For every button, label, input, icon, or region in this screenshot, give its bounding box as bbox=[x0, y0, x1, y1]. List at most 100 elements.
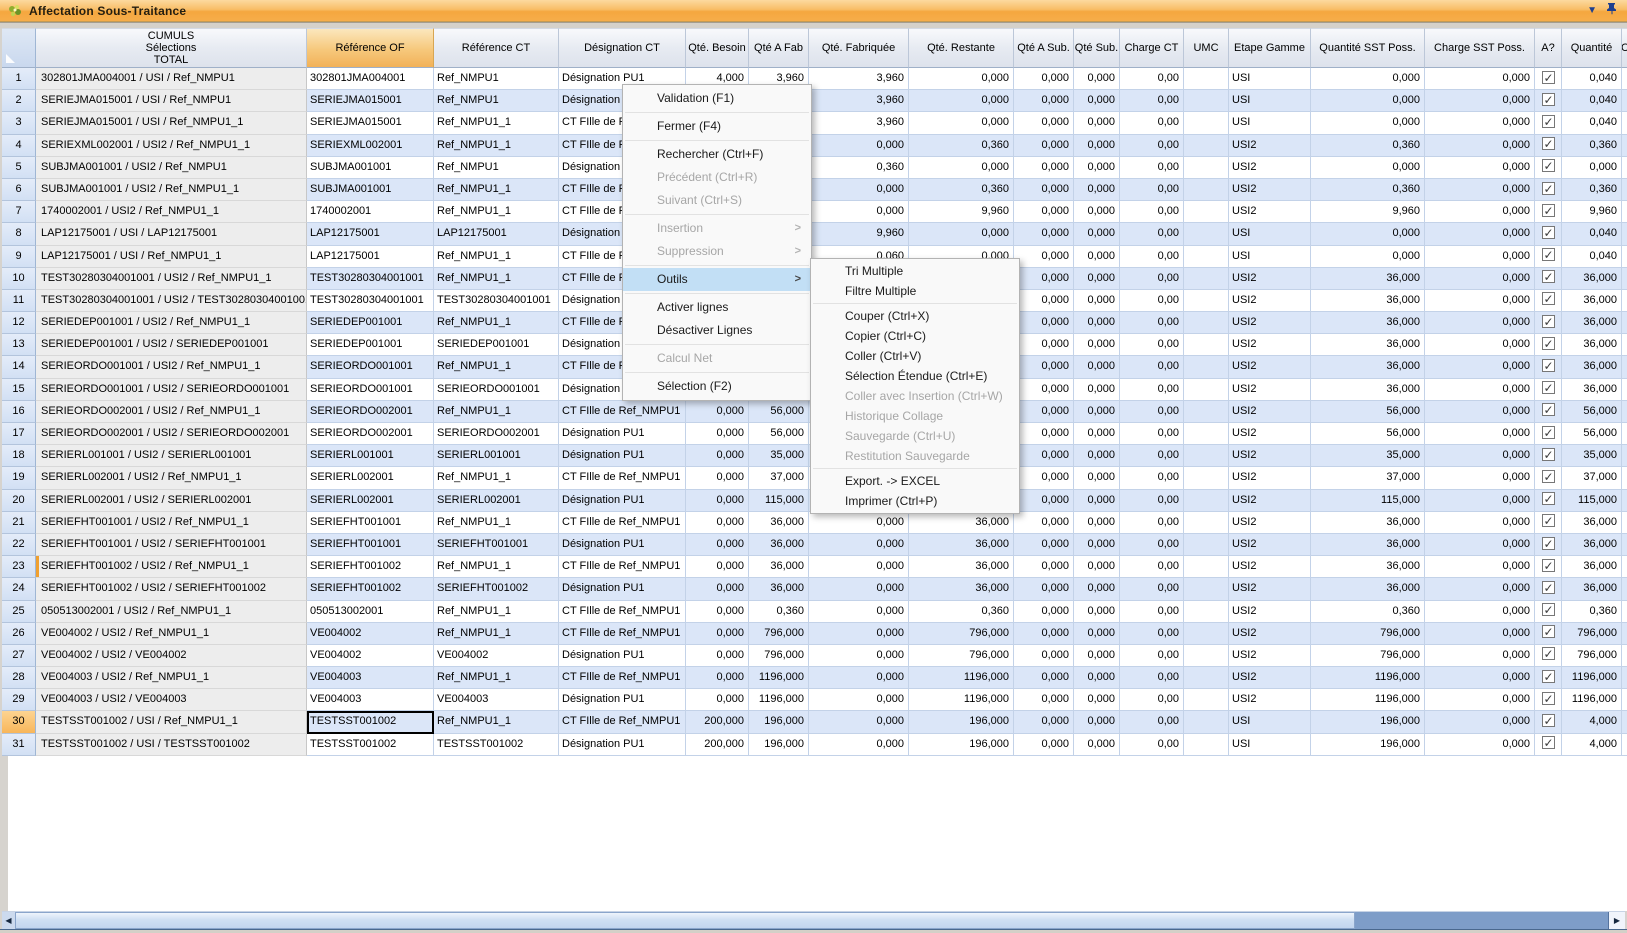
cell-ref_ct[interactable]: Ref_NMPU1_1 bbox=[434, 246, 559, 268]
cell-designation[interactable]: CT FIlle de Ref_NMPU1 bbox=[559, 512, 686, 534]
menu-item-tri-multiple[interactable]: Tri Multiple bbox=[811, 261, 1019, 281]
cell-cumuls[interactable]: SERIEORDO001001 / USI2 / Ref_NMPU1_1 bbox=[36, 356, 307, 378]
cell-charge_ct[interactable]: 0,00 bbox=[1120, 379, 1184, 401]
column-header-sliver[interactable]: C bbox=[1622, 28, 1627, 68]
cell-cumuls[interactable]: SERIEJMA015001 / USI / Ref_NMPU1_1 bbox=[36, 112, 307, 134]
cell-ref_of[interactable]: LAP12175001 bbox=[307, 223, 434, 245]
cell-ref_of[interactable]: TESTSST001002 bbox=[307, 711, 434, 733]
row-number[interactable]: 25 bbox=[2, 601, 36, 623]
cell-umc[interactable] bbox=[1184, 667, 1229, 689]
cell-restante[interactable]: 796,000 bbox=[909, 623, 1014, 645]
cell-a_fab[interactable]: 196,000 bbox=[749, 711, 809, 733]
cell-sub[interactable]: 0,000 bbox=[1074, 201, 1120, 223]
cell-a_sub[interactable]: 0,000 bbox=[1014, 135, 1074, 157]
column-header-q_sst[interactable]: Quantité SST Poss. bbox=[1311, 28, 1425, 68]
row-checkbox[interactable] bbox=[1542, 270, 1555, 283]
cell-a_sub[interactable]: 0,000 bbox=[1014, 734, 1074, 756]
cell-quantite[interactable]: 1196,000 bbox=[1562, 689, 1622, 711]
cell-a_sub[interactable]: 0,000 bbox=[1014, 90, 1074, 112]
cell-ref_of[interactable]: SERIEJMA015001 bbox=[307, 90, 434, 112]
menu-item-outils[interactable]: Outils> bbox=[623, 268, 811, 291]
cell-sliver[interactable] bbox=[1622, 445, 1627, 467]
cell-a[interactable] bbox=[1535, 201, 1562, 223]
cell-q_sst[interactable]: 1196,000 bbox=[1311, 689, 1425, 711]
cell-q_sst[interactable]: 35,000 bbox=[1311, 445, 1425, 467]
cell-ref_ct[interactable]: LAP12175001 bbox=[434, 223, 559, 245]
cell-restante[interactable]: 0,360 bbox=[909, 179, 1014, 201]
cell-ref_ct[interactable]: Ref_NMPU1_1 bbox=[434, 601, 559, 623]
row-number[interactable]: 21 bbox=[2, 512, 36, 534]
row-number[interactable]: 31 bbox=[2, 734, 36, 756]
cell-fabriquee[interactable]: 3,960 bbox=[809, 68, 909, 90]
cell-q_sst[interactable]: 115,000 bbox=[1311, 490, 1425, 512]
cell-a_sub[interactable]: 0,000 bbox=[1014, 689, 1074, 711]
cell-sliver[interactable] bbox=[1622, 601, 1627, 623]
row-checkbox[interactable] bbox=[1542, 315, 1555, 328]
cell-etape[interactable]: USI bbox=[1229, 90, 1311, 112]
cell-sub[interactable]: 0,000 bbox=[1074, 290, 1120, 312]
column-header-a[interactable]: A? bbox=[1535, 28, 1562, 68]
cell-sub[interactable]: 0,000 bbox=[1074, 379, 1120, 401]
cell-sliver[interactable] bbox=[1622, 467, 1627, 489]
cell-sub[interactable]: 0,000 bbox=[1074, 512, 1120, 534]
cell-a_sub[interactable]: 0,000 bbox=[1014, 179, 1074, 201]
cell-a_sub[interactable]: 0,000 bbox=[1014, 157, 1074, 179]
cell-a[interactable] bbox=[1535, 601, 1562, 623]
cell-charge_sst[interactable]: 0,000 bbox=[1425, 578, 1535, 600]
pin-icon[interactable] bbox=[1606, 2, 1617, 20]
cell-q_sst[interactable]: 36,000 bbox=[1311, 379, 1425, 401]
cell-umc[interactable] bbox=[1184, 534, 1229, 556]
cell-q_sst[interactable]: 0,000 bbox=[1311, 112, 1425, 134]
cell-ref_of[interactable]: SERIEDEP001001 bbox=[307, 334, 434, 356]
row-number[interactable]: 23 bbox=[2, 556, 36, 578]
cell-charge_ct[interactable]: 0,00 bbox=[1120, 645, 1184, 667]
cell-umc[interactable] bbox=[1184, 401, 1229, 423]
cell-etape[interactable]: USI2 bbox=[1229, 379, 1311, 401]
cell-a_fab[interactable]: 0,360 bbox=[749, 601, 809, 623]
menu-item-couper-ctrl-x[interactable]: Couper (Ctrl+X) bbox=[811, 306, 1019, 326]
cell-q_sst[interactable]: 36,000 bbox=[1311, 356, 1425, 378]
cell-umc[interactable] bbox=[1184, 268, 1229, 290]
row-number[interactable]: 28 bbox=[2, 667, 36, 689]
cell-ref_ct[interactable]: VE004003 bbox=[434, 689, 559, 711]
cell-a_sub[interactable]: 0,000 bbox=[1014, 490, 1074, 512]
menu-item-s-lection-tendue-ctrl-e[interactable]: Sélection Étendue (Ctrl+E) bbox=[811, 366, 1019, 386]
row-checkbox[interactable] bbox=[1542, 292, 1555, 305]
row-number[interactable]: 5 bbox=[2, 157, 36, 179]
cell-umc[interactable] bbox=[1184, 556, 1229, 578]
cell-a[interactable] bbox=[1535, 423, 1562, 445]
cell-charge_ct[interactable]: 0,00 bbox=[1120, 401, 1184, 423]
cell-umc[interactable] bbox=[1184, 689, 1229, 711]
cell-ref_ct[interactable]: Ref_NMPU1_1 bbox=[434, 312, 559, 334]
cell-charge_sst[interactable]: 0,000 bbox=[1425, 623, 1535, 645]
menu-item-export-excel[interactable]: Export. -> EXCEL bbox=[811, 471, 1019, 491]
cell-etape[interactable]: USI2 bbox=[1229, 534, 1311, 556]
cell-charge_sst[interactable]: 0,000 bbox=[1425, 112, 1535, 134]
cell-quantite[interactable]: 0,040 bbox=[1562, 223, 1622, 245]
cell-ref_of[interactable]: SERIEDEP001001 bbox=[307, 312, 434, 334]
column-header-restante[interactable]: Qté. Restante bbox=[909, 28, 1014, 68]
cell-umc[interactable] bbox=[1184, 445, 1229, 467]
cell-q_sst[interactable]: 36,000 bbox=[1311, 290, 1425, 312]
cell-cumuls[interactable]: VE004002 / USI2 / Ref_NMPU1_1 bbox=[36, 623, 307, 645]
cell-cumuls[interactable]: 1740002001 / USI2 / Ref_NMPU1_1 bbox=[36, 201, 307, 223]
cell-fabriquee[interactable]: 0,000 bbox=[809, 734, 909, 756]
cell-a[interactable] bbox=[1535, 623, 1562, 645]
cell-sliver[interactable] bbox=[1622, 268, 1627, 290]
cell-ref_of[interactable]: SERIEORDO002001 bbox=[307, 401, 434, 423]
cell-a_sub[interactable]: 0,000 bbox=[1014, 711, 1074, 733]
cell-cumuls[interactable]: SERIEORDO002001 / USI2 / Ref_NMPU1_1 bbox=[36, 401, 307, 423]
cell-a[interactable] bbox=[1535, 467, 1562, 489]
cell-fabriquee[interactable]: 0,000 bbox=[809, 578, 909, 600]
row-number[interactable]: 6 bbox=[2, 179, 36, 201]
row-checkbox[interactable] bbox=[1542, 337, 1555, 350]
menu-item-rechercher-ctrl-f[interactable]: Rechercher (Ctrl+F) bbox=[623, 143, 811, 166]
row-number[interactable]: 14 bbox=[2, 356, 36, 378]
cell-a_sub[interactable]: 0,000 bbox=[1014, 268, 1074, 290]
cell-quantite[interactable]: 36,000 bbox=[1562, 312, 1622, 334]
row-checkbox[interactable] bbox=[1542, 559, 1555, 572]
cell-designation[interactable]: CT FIlle de Ref_NMPU1 bbox=[559, 601, 686, 623]
row-checkbox[interactable] bbox=[1542, 204, 1555, 217]
cell-etape[interactable]: USI2 bbox=[1229, 445, 1311, 467]
cell-etape[interactable]: USI2 bbox=[1229, 556, 1311, 578]
